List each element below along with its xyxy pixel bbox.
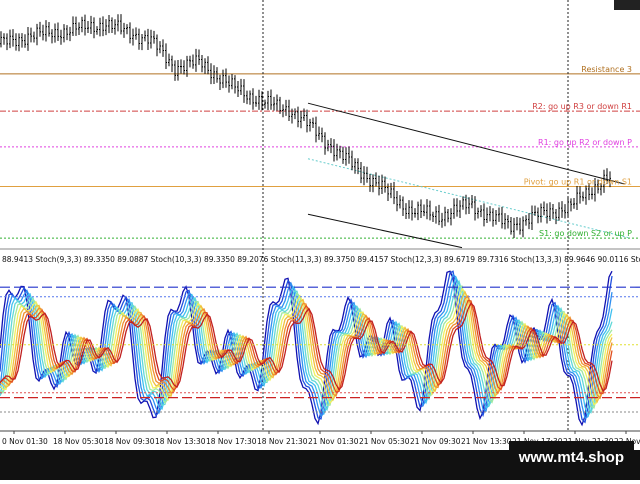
watermark-text: www.mt4.shop: [508, 441, 634, 474]
x-axis-tick-label: 18 Nov 05:30: [53, 437, 104, 446]
price-chart[interactable]: Resistance 3 R2: go up R3 or down R1 R1: g…: [0, 0, 640, 480]
x-axis-tick-label: 18 Nov 17:30: [206, 437, 257, 446]
x-axis-tick-label: 0 Nov 01:30: [2, 437, 48, 446]
x-axis-tick-label: 18 Nov 09:30: [104, 437, 155, 446]
pivot-level-label: R2: go up R3 or down R1: [532, 102, 632, 111]
x-axis-tick-label: 21 Nov 09:30: [410, 437, 461, 446]
pivot-level-label: R1: go up R2 or down P: [538, 138, 632, 147]
x-axis-tick-label: 18 Nov 21:30: [257, 437, 308, 446]
x-axis-tick-label: 21 Nov 13:30: [461, 437, 512, 446]
indicator-legend: 88.9413 Stoch(9,3,3) 89.3350 89.0887 Sto…: [2, 255, 640, 264]
close-icon[interactable]: [614, 0, 640, 10]
x-axis-tick-label: 18 Nov 13:30: [155, 437, 206, 446]
chart-window: Resistance 3 R2: go up R3 or down R1 R1: g…: [0, 0, 640, 480]
x-axis-tick-label: 21 Nov 05:30: [359, 437, 410, 446]
pivot-level-label: Resistance 3: [581, 65, 632, 74]
x-axis-tick-label: 21 Nov 01:30: [308, 437, 359, 446]
pivot-level-label: S1: go down S2 or up P: [539, 229, 632, 238]
pivot-level-label: Pivot: go up R1 or down S1: [524, 178, 632, 187]
